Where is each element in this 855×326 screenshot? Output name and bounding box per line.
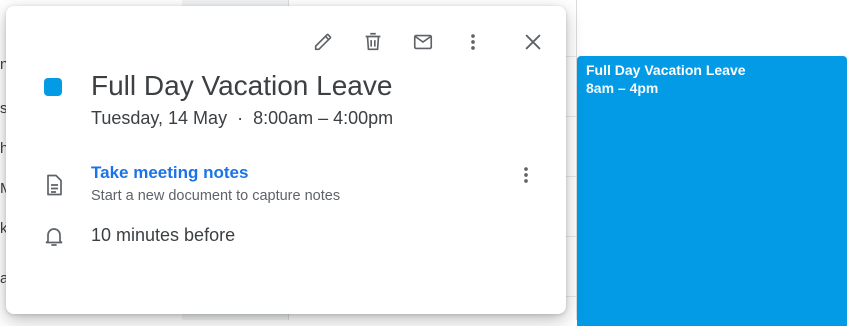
- delete-event-button[interactable]: [355, 24, 391, 60]
- calendar-event-block[interactable]: Full Day Vacation Leave 8am – 4pm: [577, 56, 847, 326]
- close-icon: [525, 34, 541, 50]
- calendar-event-title: Full Day Vacation Leave: [586, 62, 746, 78]
- document-icon: [47, 174, 62, 196]
- close-button[interactable]: [515, 24, 551, 60]
- notes-more-button[interactable]: [514, 163, 538, 187]
- event-datetime: Tuesday, 14 May · 8:00am – 4:00pm: [91, 106, 393, 130]
- event-title: Full Day Vacation Leave: [91, 70, 393, 101]
- edit-icon: [314, 33, 332, 51]
- email-guests-button[interactable]: [405, 24, 441, 60]
- more-vert-icon: [524, 167, 528, 183]
- more-vert-icon: [471, 34, 475, 50]
- event-date: Tuesday, 14 May: [91, 108, 228, 128]
- more-options-button[interactable]: [455, 24, 491, 60]
- calendar-event-time: 8am – 4pm: [586, 80, 659, 96]
- meeting-notes-subtitle: Start a new document to capture notes: [91, 188, 341, 204]
- email-icon: [413, 34, 433, 50]
- bell-icon: [45, 228, 63, 246]
- reminder-text: 10 minutes before: [91, 225, 236, 245]
- edit-event-button[interactable]: [305, 24, 341, 60]
- event-time-range: 8:00am – 4:00pm: [253, 108, 394, 128]
- delete-icon: [365, 32, 381, 51]
- event-color-indicator: [44, 78, 62, 96]
- event-details-popup: Full Day Vacation Leave Tuesday, 14 May ·…: [6, 6, 566, 314]
- take-meeting-notes-link[interactable]: Take meeting notes: [91, 162, 248, 184]
- datetime-separator: ·: [237, 108, 244, 128]
